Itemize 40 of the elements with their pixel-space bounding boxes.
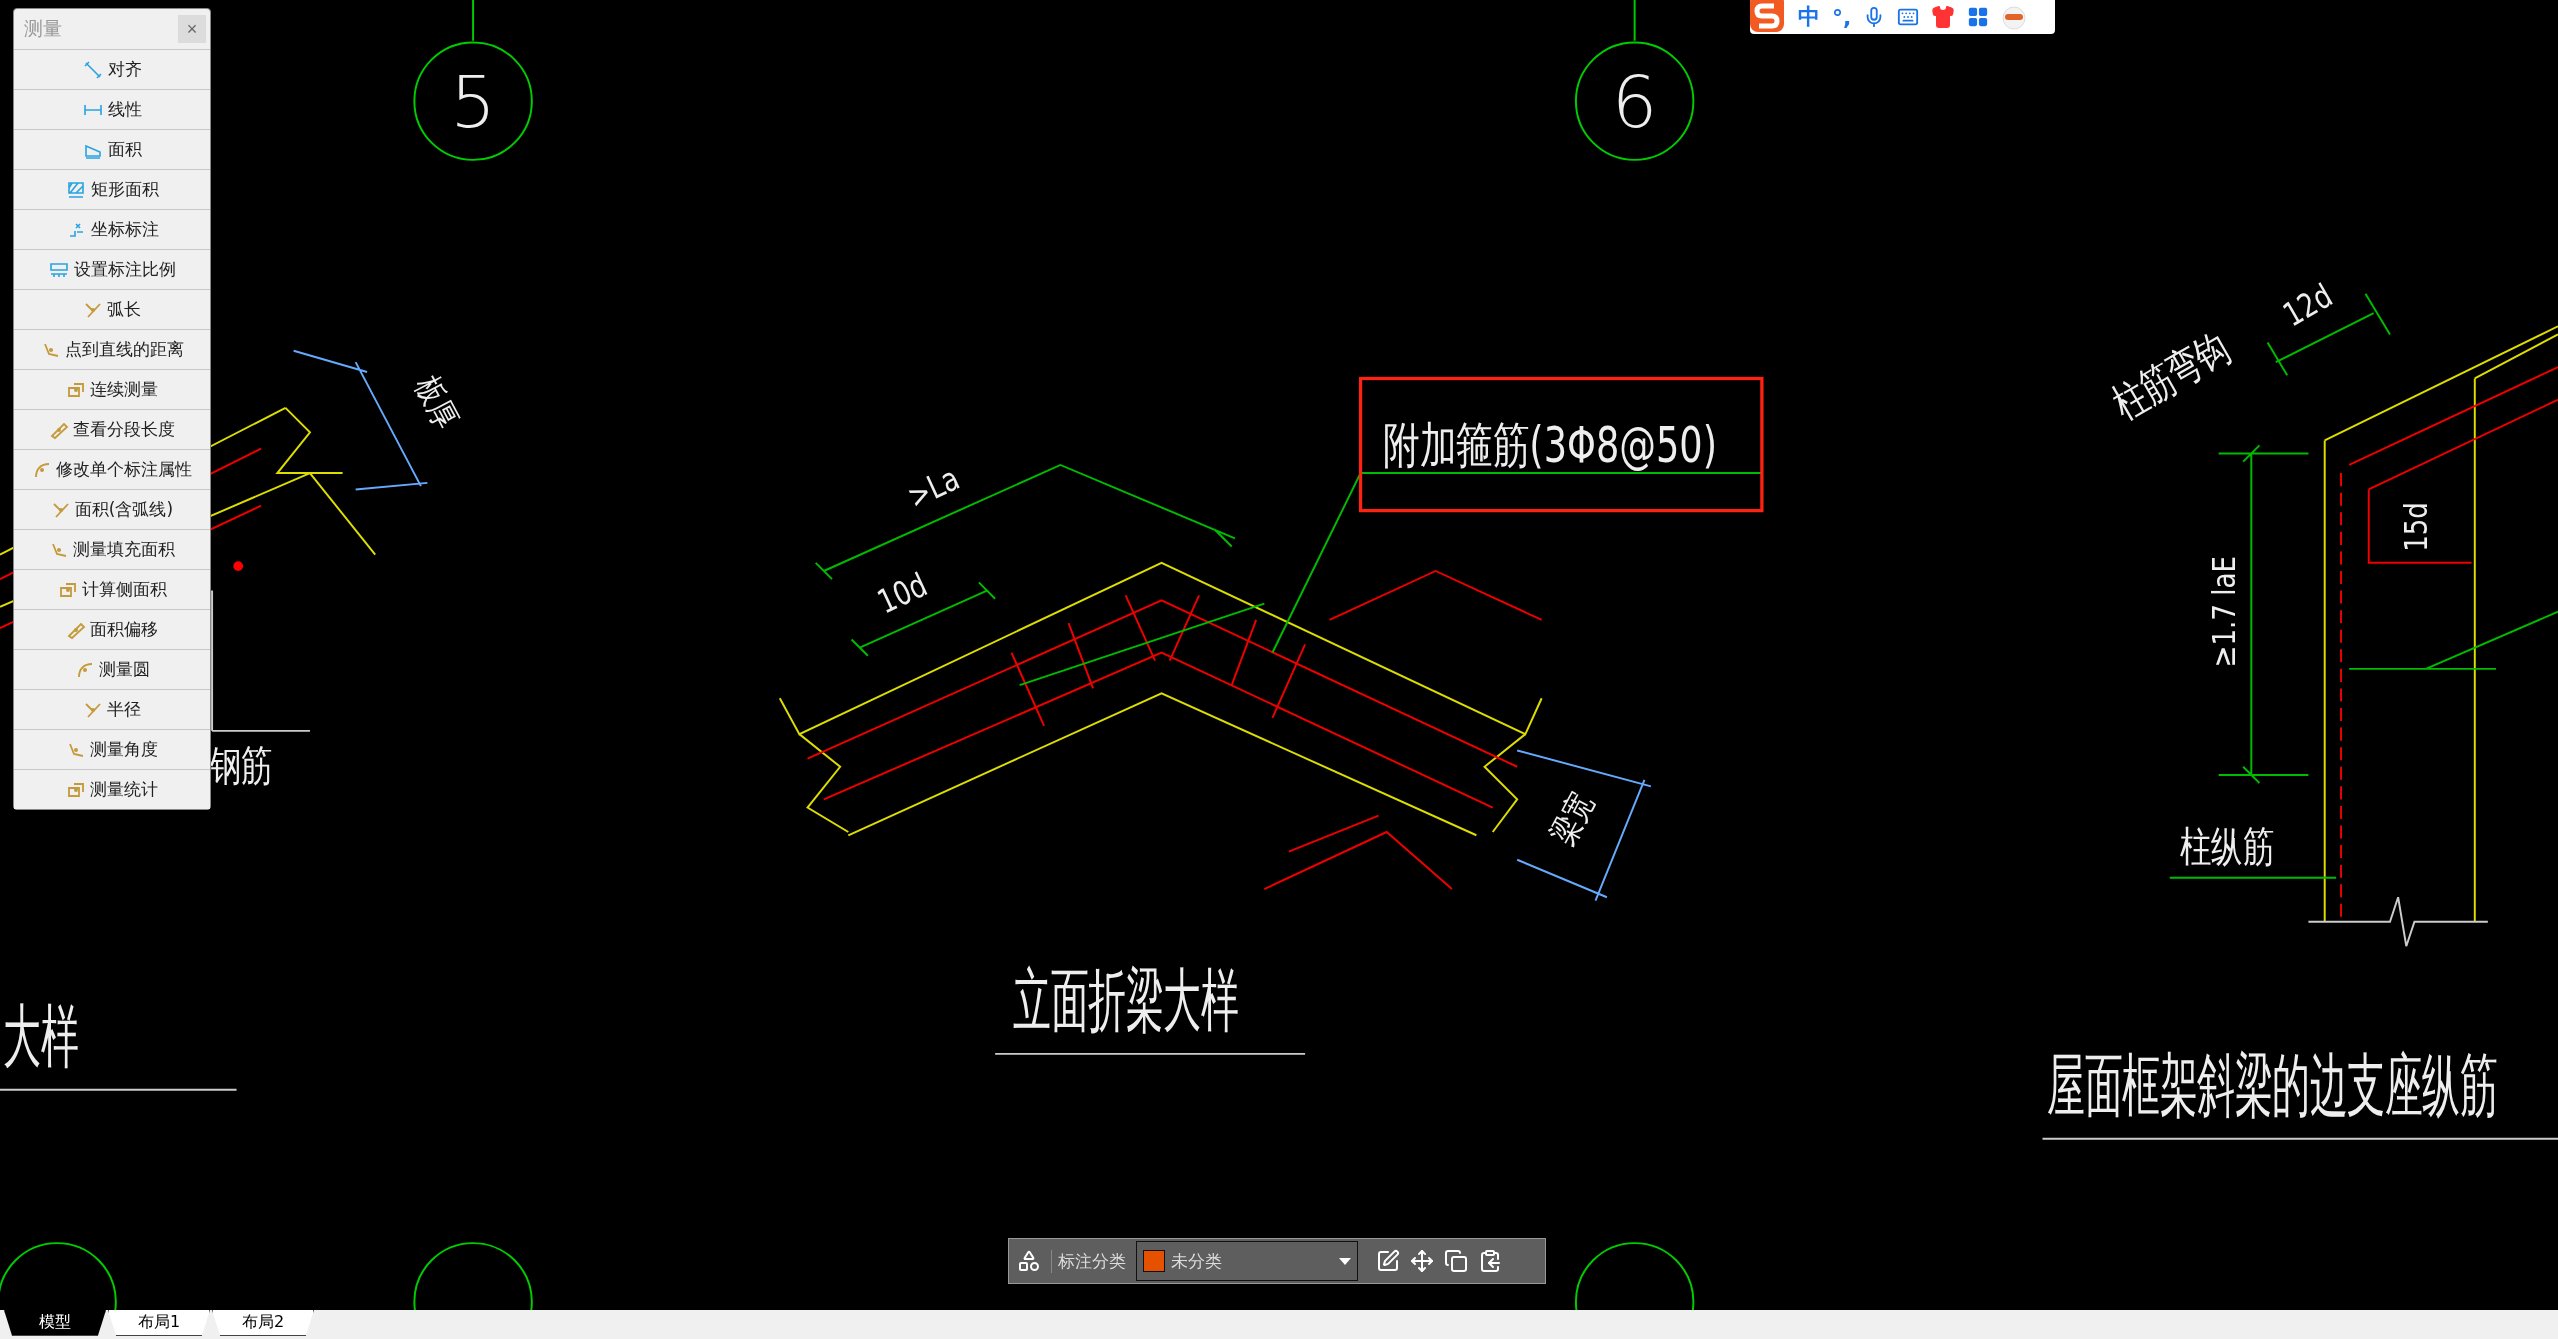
callout-text: 附加箍筋(3Φ8@50) — [1383, 416, 1717, 473]
dimension-icon — [65, 179, 87, 200]
drawing-note: 柱纵筋 — [2179, 821, 2274, 872]
logo-icon[interactable] — [1750, 0, 1786, 34]
panel-title: 测量 — [24, 16, 62, 41]
caret-icon — [1339, 1257, 1351, 1265]
dimension-icon — [82, 59, 104, 80]
category-icon[interactable] — [1017, 1249, 1041, 1273]
dimension-text: 梁宽 — [1543, 786, 1602, 851]
copy-icon[interactable] — [1444, 1249, 1468, 1273]
measure-tool-button[interactable]: 测量统计 — [14, 769, 210, 809]
dimension-text: 12d — [2276, 276, 2339, 334]
ime-button[interactable]: 中 — [1798, 2, 1820, 32]
grid-bubble-label: 5 — [450, 60, 496, 145]
drawing-title: 大样 — [3, 997, 79, 1077]
layout-tab[interactable]: 模型 — [4, 1310, 106, 1336]
grid-bubble-label: 6 — [1611, 60, 1658, 145]
category-value: 未分类 — [1171, 1249, 1222, 1273]
layout-tab[interactable]: 布局2 — [212, 1310, 314, 1336]
drawing-title: 屋面框架斜梁的边支座纵筋 — [2047, 1046, 2498, 1126]
edit-icon[interactable] — [1376, 1249, 1400, 1273]
category-dropdown[interactable]: 未分类 — [1136, 1241, 1358, 1281]
dimension-text: >La — [901, 459, 966, 516]
dimension-text: 板厚 — [408, 370, 467, 435]
dimension-text: 15d — [2397, 502, 2436, 552]
toolbar-label: 标注分类 — [1051, 1249, 1126, 1273]
close-button[interactable]: × — [178, 15, 206, 43]
ime-button[interactable]: °, — [1832, 4, 1852, 30]
drawing-title: 立面折梁大样 — [1013, 961, 1239, 1041]
dimension-text: ≥1.7 laE — [2205, 556, 2243, 668]
layout-tab[interactable]: 布局1 — [108, 1310, 210, 1336]
paste-icon[interactable] — [1478, 1249, 1502, 1273]
move-icon[interactable] — [1410, 1249, 1434, 1273]
drawing-note: 柱筋弯钩 — [2103, 322, 2238, 429]
shirt-icon[interactable] — [1931, 5, 1956, 29]
drawing-note: 钢筋 — [210, 740, 273, 790]
dimension-text: 10d — [871, 566, 933, 622]
keyboard-icon[interactable] — [1897, 6, 1920, 28]
mascot-icon[interactable] — [2001, 4, 2028, 30]
apps-icon[interactable] — [1967, 6, 1990, 28]
